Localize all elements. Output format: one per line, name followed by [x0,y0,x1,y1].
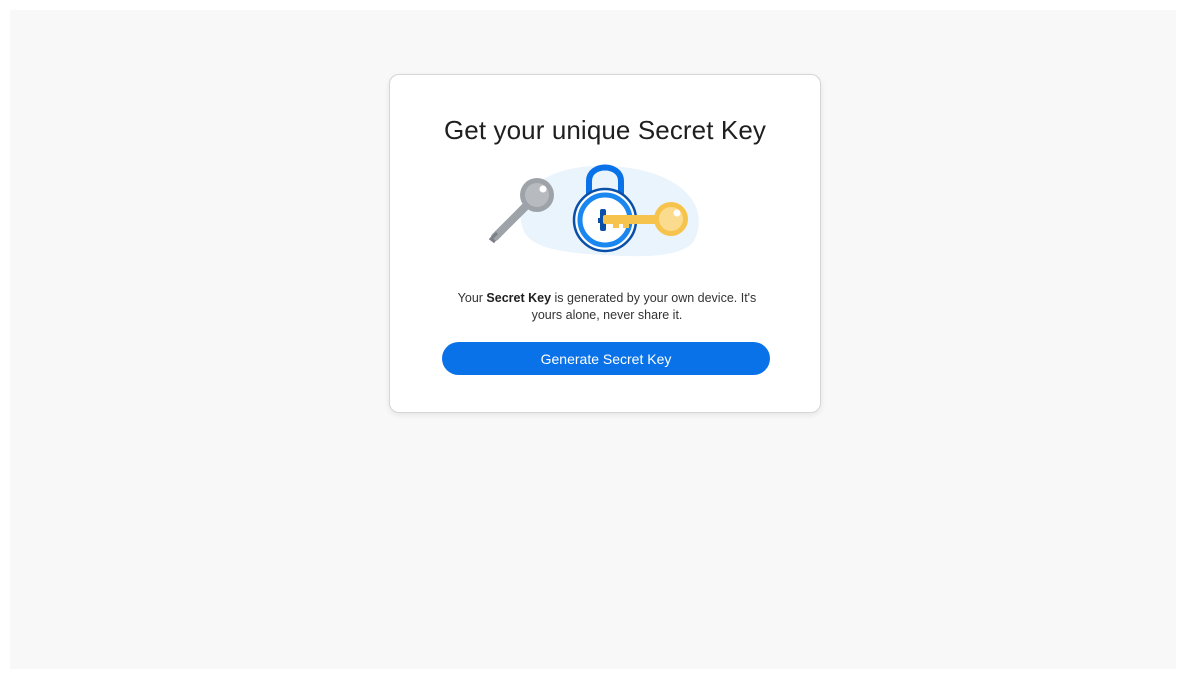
illustration-svg [488,164,699,257]
description-emphasis: Secret Key [486,291,552,305]
description-prefix: Your [457,291,487,305]
description-suffix: is generated by your own device. It's yo… [531,291,757,322]
page-title: Get your unique Secret Key [443,115,766,145]
secret-key-description: Your Secret Key is generated by your own… [442,290,772,324]
secret-key-card: Get your unique Secret Key Your Secret K… [389,74,821,413]
generate-secret-key-button[interactable]: Generate Secret Key [442,342,770,375]
secret-key-illustration [485,159,705,259]
